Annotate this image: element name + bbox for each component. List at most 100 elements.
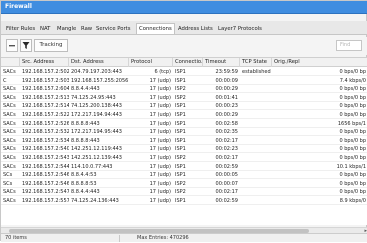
table-row[interactable]: SCs 192.168.157.2:546578.8.4.4:53 17 (udp)…	[1, 171, 367, 180]
cell-connection: ISP1	[175, 120, 186, 127]
cell-dst-address: 192.168.157.255:20561	[71, 77, 129, 84]
cell-flags: SACs	[3, 112, 16, 118]
cell-connection: ISP1	[175, 172, 186, 179]
col-dst-address[interactable]: Dst. Address	[69, 58, 129, 67]
cell-connection: ISP2	[175, 86, 186, 93]
filter-button[interactable]	[20, 39, 32, 52]
tab-connections[interactable]: Connections	[136, 23, 175, 34]
table-row[interactable]: SACs 192.168.157.2:5147074.125.200.138:44…	[1, 102, 367, 111]
minus-icon	[8, 45, 16, 53]
table-row[interactable]: C 192.168.157.2:50376192.168.157.255:2056…	[1, 77, 367, 85]
cell-connection: ISP2	[175, 94, 186, 101]
cell-src-address: 192.168.157.2:54657	[22, 172, 69, 179]
col-timeout[interactable]: Timeout	[203, 58, 240, 67]
cell-dst-address: 8.8.4.4:53	[71, 172, 97, 179]
table-row[interactable]: SACs 192.168.157.2:5573074.125.24.136:443…	[1, 197, 367, 205]
max-entries: Max Entries: 470296	[137, 235, 189, 241]
cell-tcp-state	[240, 154, 272, 162]
cell-orig-repl: 0 bps/0 bp	[339, 69, 366, 75]
tab-nat[interactable]: NAT	[37, 23, 53, 34]
cell-orig-repl: 0 bps/0 bp	[339, 180, 366, 187]
tab-mangle[interactable]: Mangle	[54, 23, 79, 34]
cell-orig-repl: 0 bps/0 bp	[339, 86, 366, 93]
cell-orig-repl: 0 bps/0 bp	[339, 146, 366, 153]
tab-address-lists[interactable]: Address Lists	[175, 23, 216, 34]
cell-connection: ISP1	[175, 198, 186, 204]
filter-icon	[22, 42, 30, 53]
remove-button[interactable]	[6, 39, 18, 52]
title-bar[interactable]: Firewall	[1, 1, 367, 14]
cell-connection: ISP1	[175, 137, 186, 144]
cell-flags: SACs	[3, 189, 16, 196]
cell-flags: SACs	[3, 120, 16, 127]
table-row[interactable]: SACs 192.168.157.2:604598.8.4.4:443 17 (ud…	[1, 85, 367, 94]
table-row[interactable]: SACs 192.168.157.2:54384142.251.12.139:44…	[1, 154, 367, 162]
cell-orig-repl: 7.4 kbps/0	[339, 77, 366, 84]
col-flags[interactable]	[1, 58, 20, 67]
toolbar: Tracking Find	[1, 37, 367, 55]
table-row[interactable]: SACs 192.168.157.2:54066142.251.12.119:44…	[1, 145, 367, 154]
col-orig-repl[interactable]: Orig./Repl	[272, 58, 367, 67]
cell-timeout: 00:02:58	[215, 120, 238, 127]
firewall-window: Firewall Filter Rules NAT Mangle Raw Ser…	[0, 0, 367, 242]
cell-src-address: 192.168.157.2:50216	[22, 69, 69, 75]
find-input[interactable]: Find	[336, 40, 362, 51]
cell-dst-address: 8.8.4.4:443	[71, 189, 100, 196]
tab-service-ports[interactable]: Service Ports	[93, 23, 134, 34]
col-connection[interactable]: Connectio...	[173, 58, 203, 67]
cell-flags: SACs	[3, 103, 16, 110]
cell-flags: SACs	[3, 137, 16, 144]
cell-flags: SACs	[3, 94, 16, 101]
cell-protocol: 17 (udp)	[149, 120, 171, 127]
cell-protocol: 17 (udp)	[149, 129, 171, 136]
cell-protocol: 17 (udp)	[149, 86, 171, 93]
cell-connection: ISP1	[175, 146, 186, 153]
tracking-button[interactable]: Tracking	[34, 39, 68, 52]
cell-timeout: 00:00:29	[215, 86, 238, 93]
table-row[interactable]: SACs 192.168.157.2:50216204.79.197.203:44…	[1, 68, 367, 76]
table-row[interactable]: SACs 192.168.157.2:54491114.10.0.77:443 17…	[1, 163, 367, 171]
cell-dst-address: 74.125.200.138:443	[71, 103, 122, 110]
cell-flags: SACs	[3, 155, 16, 161]
cell-tcp-state	[240, 128, 272, 136]
cell-timeout: 00:02:17	[215, 189, 238, 196]
table-row[interactable]: SACs 192.168.157.2:534098.8.8.8:443 17 (ud…	[1, 136, 367, 145]
cell-orig-repl: 0 bps/0 bp	[339, 112, 366, 118]
table-row[interactable]: SACs 192.168.157.2:547688.8.4.4:443 17 (ud…	[1, 188, 367, 197]
cell-timeout: 00:02:17	[215, 155, 238, 161]
cell-protocol: 17 (udp)	[149, 146, 171, 153]
cell-tcp-state	[240, 102, 272, 110]
tab-layer7-protocols[interactable]: Layer7 Protocols	[215, 23, 265, 34]
table-row[interactable]: SACs 192.168.157.2:526528.8.8.8:443 17 (ud…	[1, 119, 367, 128]
table-row[interactable]: SACs 192.168.157.2:52204172.217.194.94:44…	[1, 111, 367, 119]
tab-filter-rules[interactable]: Filter Rules	[3, 23, 38, 34]
cell-timeout: 00:00:29	[215, 112, 238, 118]
cell-tcp-state	[240, 137, 272, 145]
cell-timeout: 00:01:41	[215, 94, 238, 101]
cell-src-address: 192.168.157.2:52204	[22, 112, 69, 118]
cell-flags: SACs	[3, 86, 16, 93]
cell-orig-repl: 0 bps/0 bp	[339, 94, 366, 101]
col-src-address[interactable]: Src. Address	[20, 58, 69, 67]
col-tcp-state[interactable]: TCP State	[240, 58, 272, 67]
cell-connection: ISP2	[175, 155, 186, 161]
table-row[interactable]: SACs 192.168.157.2:53291172.217.194.95:44…	[1, 128, 367, 137]
cell-orig-repl: 0 bps/0 bp	[339, 129, 366, 136]
col-protocol[interactable]: Protocol	[129, 58, 173, 67]
cell-src-address: 192.168.157.2:54384	[22, 155, 69, 161]
tab-bar: Filter Rules NAT Mangle Raw Service Port…	[1, 21, 367, 35]
cell-orig-repl: 1656 bps/1	[337, 120, 366, 127]
cell-dst-address: 8.8.8.8:53	[71, 180, 97, 187]
cell-src-address: 192.168.157.2:54491	[22, 163, 69, 170]
cell-protocol: 17 (udp)	[149, 198, 171, 204]
items-count: 70 items	[5, 235, 27, 241]
cell-flags: SCs	[3, 172, 13, 179]
cell-timeout: 00:02:23	[215, 146, 238, 153]
cell-protocol: 17 (udp)	[149, 163, 171, 170]
cell-orig-repl: 10.1 kbps/1	[336, 163, 366, 170]
cell-src-address: 192.168.157.2:52652	[22, 120, 69, 127]
table-row[interactable]: SCs 192.168.157.2:546578.8.8.8:53 17 (udp)…	[1, 180, 367, 188]
cell-flags: SACs	[3, 146, 16, 153]
table-row[interactable]: SACs 192.168.157.2:5130774.125.24.95:443 1…	[1, 94, 367, 102]
cell-protocol: 17 (udp)	[149, 77, 171, 84]
